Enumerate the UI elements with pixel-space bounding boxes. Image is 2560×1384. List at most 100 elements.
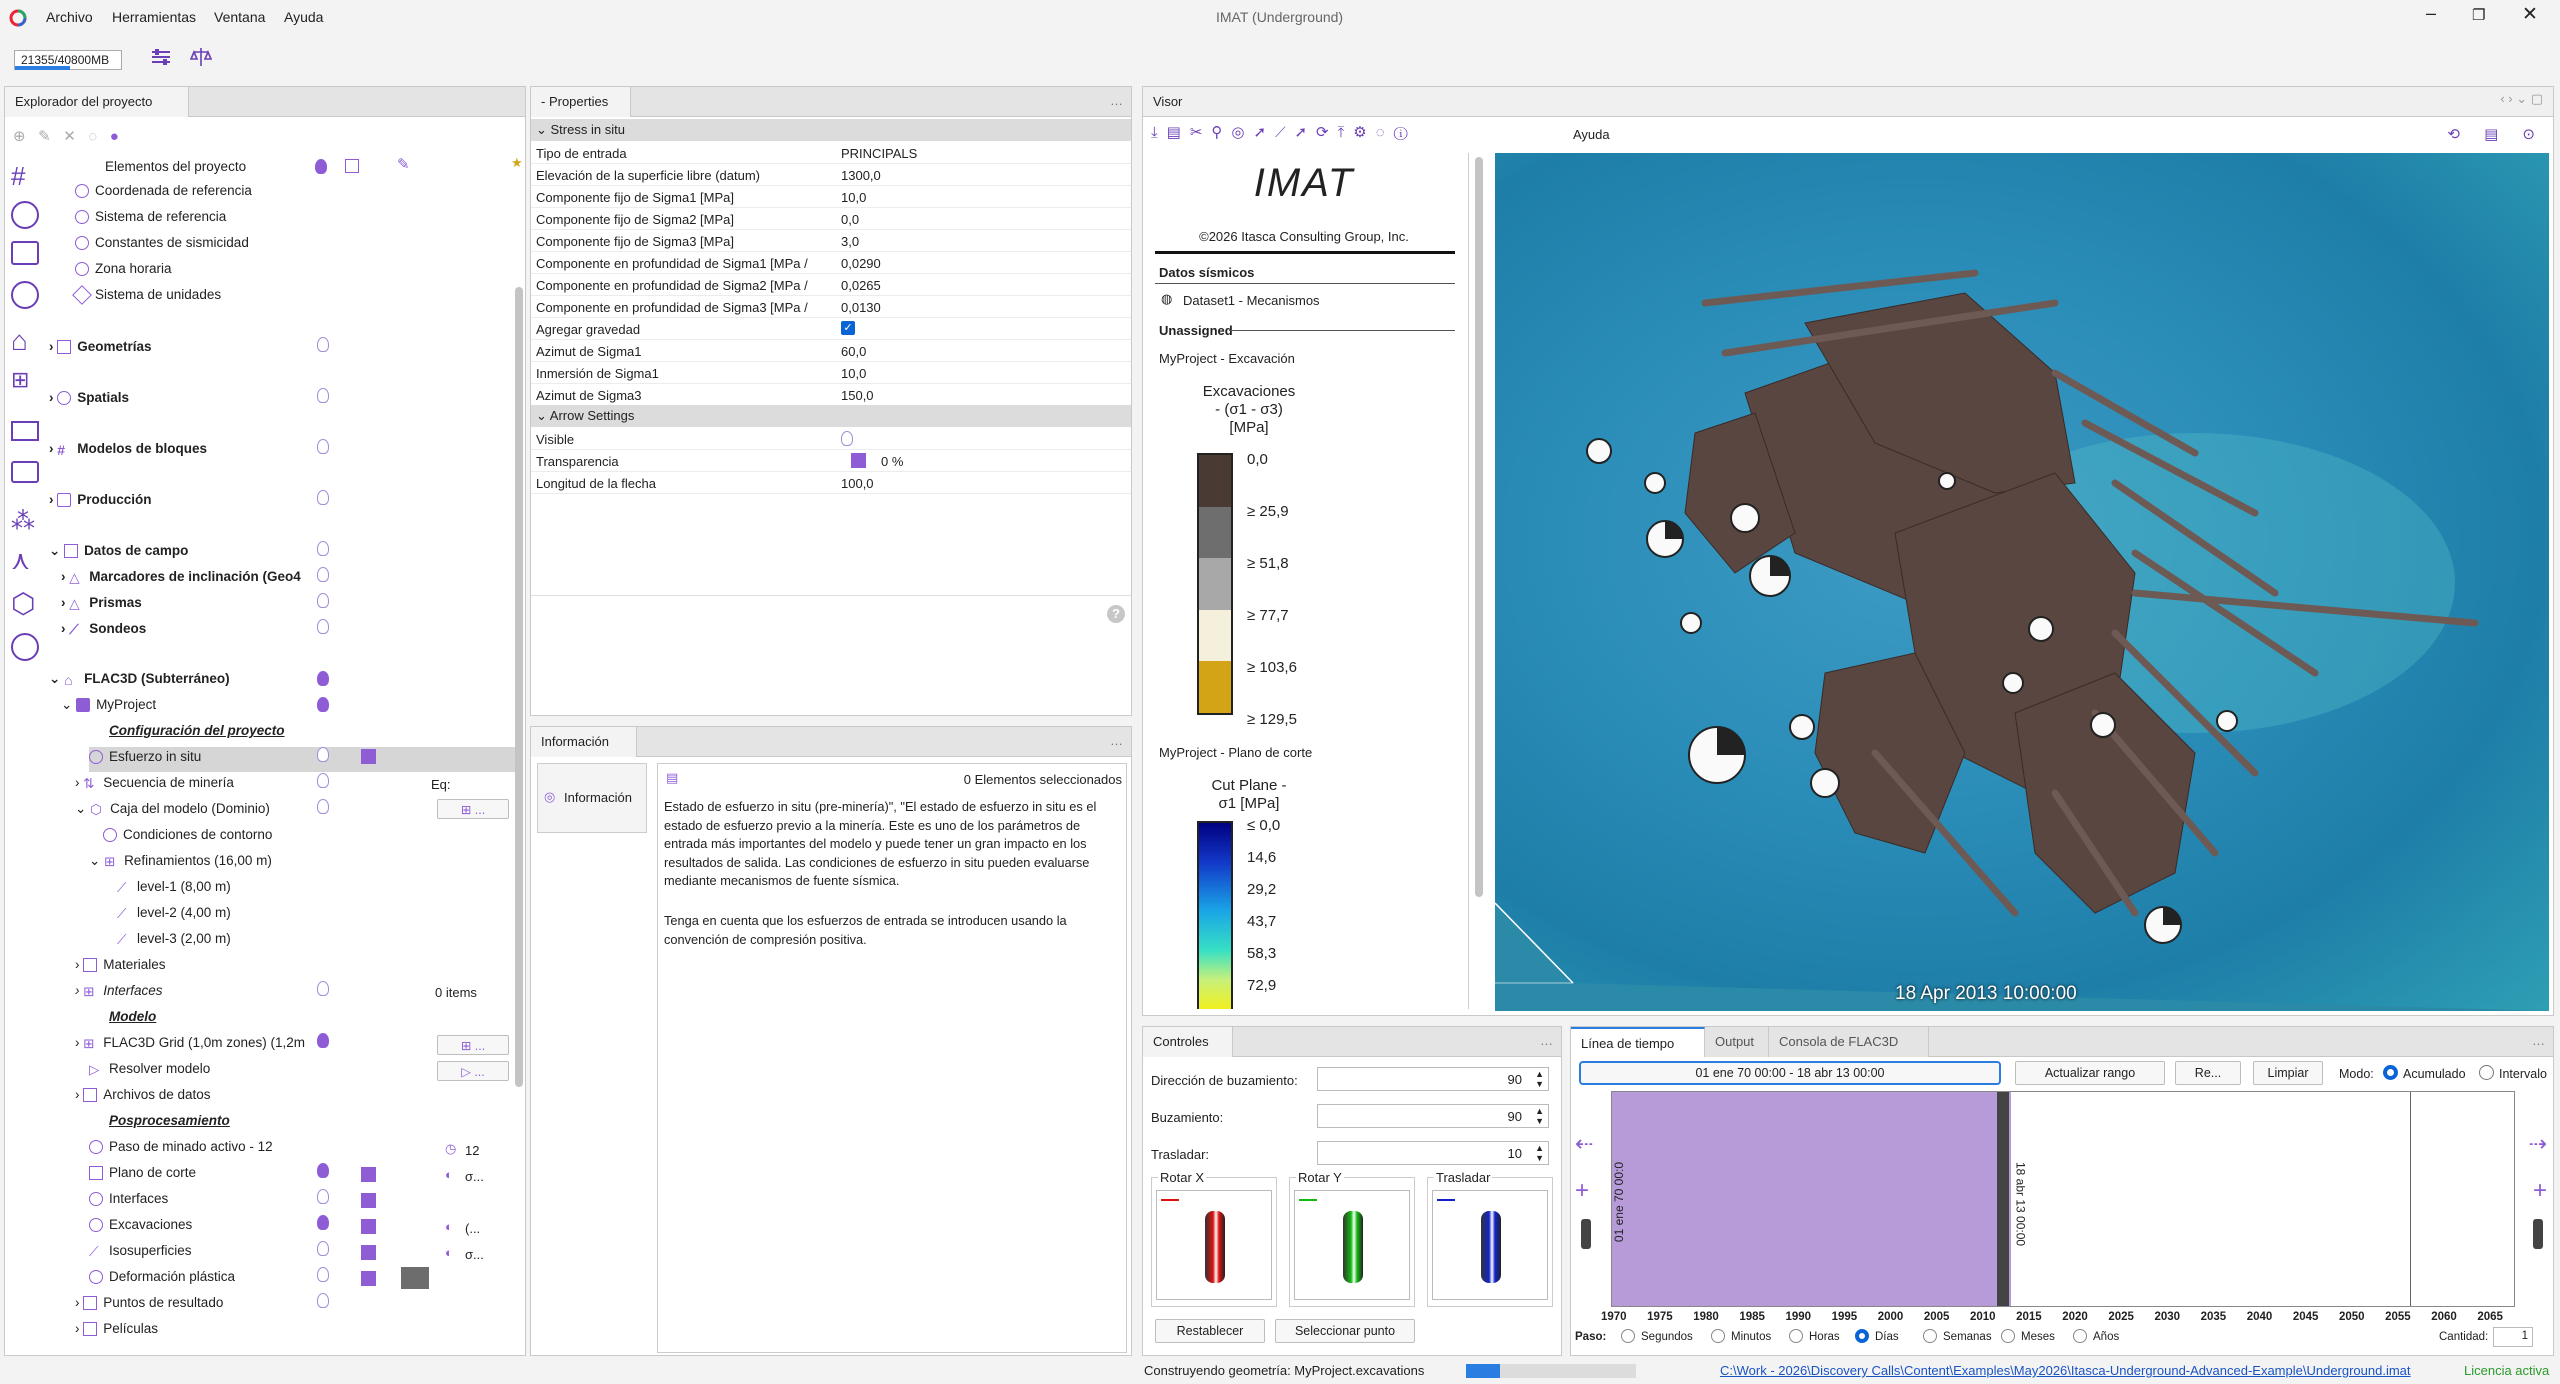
property-value[interactable]: PRINCIPALS [841, 146, 917, 161]
tree-flac3d[interactable]: ⌄ ⌂ FLAC3D (Subterráneo) [49, 671, 230, 695]
tree-refinamientos[interactable]: ⌄ ⊞ Refinamientos (16,00 m) [89, 853, 272, 877]
date-range-field[interactable]: 01 ene 70 00:00 - 18 abr 13 00:00 [1579, 1061, 2001, 1085]
tree-peliculas[interactable]: › Películas [75, 1321, 158, 1345]
visibility-toggle-icon[interactable] [317, 1033, 329, 1048]
tab-timeline[interactable]: Línea de tiempo [1571, 1027, 1705, 1057]
step-radio[interactable] [1621, 1329, 1635, 1343]
timeline-zoom-in-icon[interactable]: + [1575, 1177, 1589, 1205]
property-row[interactable]: Inmersión de Sigma1 10,0 [531, 362, 1131, 384]
step-radio[interactable] [1711, 1329, 1725, 1343]
header-brush-icon[interactable]: ✎ [397, 155, 410, 173]
tree-condiciones[interactable]: Condiciones de contorno [103, 827, 272, 851]
info-tab[interactable]: Información [531, 727, 637, 757]
edit-icon[interactable]: ✎ [38, 128, 51, 145]
spinner-icon[interactable]: ▲ ▼ [1535, 1106, 1544, 1126]
network-icon[interactable] [11, 633, 39, 661]
tree-coordenada[interactable]: Coordenada de referencia [75, 183, 252, 207]
visibility-toggle-icon[interactable] [317, 671, 329, 686]
property-value[interactable]: 60,0 [841, 344, 866, 359]
contour-icon[interactable]: ◐ [445, 1219, 453, 1234]
truck-icon[interactable] [11, 461, 39, 483]
tree-isosuperficies[interactable]: ⟋ Isosuperficies [89, 1243, 192, 1267]
property-row[interactable]: Componente fijo de Sigma3 [MPa] 3,0 [531, 230, 1131, 252]
property-value[interactable]: 0,0290 [841, 256, 881, 271]
visibility-toggle-icon[interactable] [317, 981, 329, 996]
timeline-prev-icon[interactable]: ⇠ [1575, 1131, 1593, 1157]
chevron-down-icon[interactable]: ⌄ [75, 801, 90, 816]
tree-modelos-bloques[interactable]: › # Modelos de bloques [49, 441, 207, 465]
file-path-link[interactable]: C:\Work - 2026\Discovery Calls\Content\E… [1720, 1363, 2460, 1378]
rotate-icon[interactable]: ⟳ [1316, 124, 1338, 141]
chevron-right-icon[interactable]: › [61, 569, 69, 584]
re-button[interactable]: Re... [2175, 1061, 2241, 1085]
bridge-icon[interactable]: ⊞ [11, 367, 29, 393]
menu-ventana[interactable]: Ventana [214, 9, 265, 25]
chevron-right-icon[interactable]: › [61, 621, 69, 636]
visibility-toggle-icon[interactable] [317, 1189, 329, 1204]
balance-icon[interactable] [190, 46, 212, 68]
property-row[interactable]: Componente en profundidad de Sigma3 [MPa… [531, 296, 1131, 318]
mode-interval-radio[interactable] [2479, 1065, 2494, 1080]
settings-icon[interactable]: ⚙ [1353, 124, 1375, 141]
tree-myproject[interactable]: ⌄ MyProject [61, 697, 156, 721]
tree-sistema-unidades[interactable]: Sistema de unidades [72, 285, 221, 311]
spinner-icon[interactable]: ▲ ▼ [1535, 1069, 1544, 1089]
clear-button[interactable]: Limpiar [2253, 1061, 2323, 1085]
timeline-next-icon[interactable]: ⇢ [2529, 1131, 2547, 1157]
tree-datos-campo[interactable]: ⌄ Datos de campo [49, 543, 188, 567]
chevron-right-icon[interactable]: › [75, 1321, 83, 1336]
chevron-down-icon[interactable]: ⌄ [49, 671, 64, 686]
tree-prismas[interactable]: › △ Prismas [61, 595, 142, 619]
layers-icon[interactable]: ▤ [1167, 124, 1190, 141]
property-value[interactable]: 0,0130 [841, 300, 881, 315]
visibility-toggle-icon[interactable] [317, 541, 329, 556]
tree-config-proyecto[interactable]: Configuración del proyecto [109, 723, 285, 747]
controls-tab[interactable]: Controles [1143, 1027, 1233, 1057]
tree-caja-modelo[interactable]: ⌄ ⬡ Caja del modelo (Dominio) [75, 801, 270, 825]
legend-scrollbar[interactable] [1475, 157, 1483, 897]
visibility-toggle-icon[interactable] [317, 567, 329, 582]
visible-bulb-icon[interactable] [841, 431, 853, 446]
visibility-toggle-icon[interactable] [317, 439, 329, 454]
tree-puntos-resultado[interactable]: › Puntos de resultado [75, 1295, 223, 1319]
property-value[interactable]: 0,0265 [841, 278, 881, 293]
tree-zona-horaria[interactable]: Zona horaria [75, 261, 172, 285]
explorer-scrollbar[interactable] [515, 287, 523, 1087]
tree-marcadores[interactable]: › △ Marcadores de inclinación (Geo4 [61, 569, 317, 593]
bulb-outline-icon[interactable]: ◌ [88, 128, 97, 145]
tree-sistema-referencia[interactable]: Sistema de referencia [75, 209, 226, 233]
spinner-icon[interactable]: ▲ ▼ [1535, 1143, 1544, 1163]
properties-tab[interactable]: - Properties [531, 87, 631, 117]
sphere-icon[interactable] [11, 281, 39, 309]
property-value[interactable]: 10,0 [841, 366, 866, 381]
chevron-right-icon[interactable]: › [61, 595, 69, 610]
property-value[interactable]: 1300,0 [841, 168, 881, 183]
tree-plano-corte[interactable]: Plano de corte [89, 1165, 196, 1189]
tab-output[interactable]: Output [1705, 1027, 1769, 1057]
chevron-right-icon[interactable]: › [75, 775, 83, 790]
step-radio[interactable] [1855, 1329, 1869, 1343]
visibility-toggle-icon[interactable] [317, 1241, 329, 1256]
chevron-right-icon[interactable]: › [75, 1087, 83, 1102]
model-box-button[interactable]: ⊞ ... [437, 799, 509, 819]
solve-button[interactable]: ▷ ... [437, 1061, 509, 1081]
header-visibility-icon[interactable] [315, 159, 327, 174]
tree-interfaces-post[interactable]: Interfaces [89, 1191, 168, 1215]
tree-excavaciones[interactable]: Excavaciones [89, 1217, 192, 1241]
radio-icon[interactable] [11, 241, 39, 265]
visibility-toggle-icon[interactable] [317, 1293, 329, 1308]
color-swatch[interactable] [361, 1271, 376, 1286]
export-icon[interactable]: ⤒ [1338, 124, 1354, 141]
select-point-button[interactable]: Seleccionar punto [1275, 1319, 1415, 1343]
home-icon[interactable]: ⌂ [11, 325, 28, 357]
contour-icon[interactable]: ◐ [445, 1167, 453, 1182]
download-icon[interactable]: ⤓ [1151, 124, 1167, 141]
quantity-input[interactable]: 1 [2493, 1327, 2533, 1347]
property-value[interactable]: 100,0 [841, 476, 874, 491]
section-arrow[interactable]: ⌄ Arrow Settings [531, 405, 1131, 427]
light-icon[interactable]: ◌ [1376, 124, 1394, 141]
timeline-zoom-out-icon[interactable]: + [2533, 1177, 2547, 1205]
tree-geometrias[interactable]: › Geometrías [49, 339, 152, 363]
tree-posprocesamiento[interactable]: Posprocesamiento [109, 1113, 230, 1137]
step-radio[interactable] [1789, 1329, 1803, 1343]
